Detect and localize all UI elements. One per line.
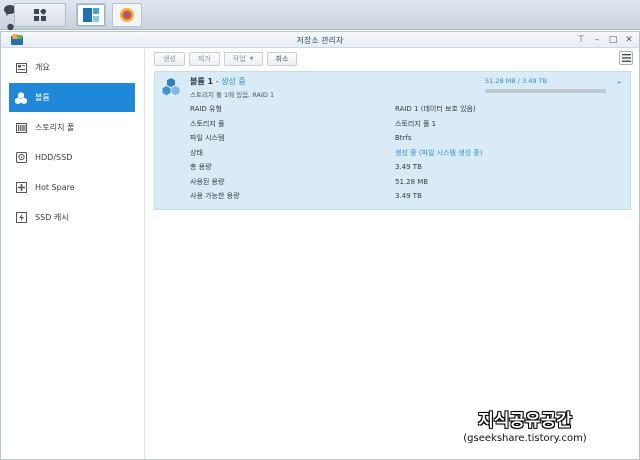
detail-value: 스토리지 풀 1 <box>395 119 437 128</box>
storage-pool-icon <box>15 122 27 134</box>
volume-status: 생성 중 <box>221 77 246 86</box>
volume-subtitle: 스토리지 풀 1에 있음, RAID 1 <box>190 91 275 99</box>
action-dropdown[interactable]: 작업 ▼ <box>223 52 263 66</box>
volume-name: 볼륨 1 <box>190 77 214 86</box>
detail-row: 사용된 용량 51.28 MB <box>190 175 620 190</box>
detail-key: 파일 시스템 <box>190 134 225 143</box>
detail-value: 51.28 MB <box>395 177 429 186</box>
close-icon[interactable]: ✕ <box>623 33 635 46</box>
toolbar: 생성 제거 작업 ▼ 취소 <box>154 52 298 68</box>
volume-icon <box>15 91 27 104</box>
volume-panel[interactable]: 볼륨 1 - 생성 중 스토리지 풀 1에 있음, RAID 1 51.28 M… <box>154 71 631 210</box>
cancel-button[interactable]: 취소 <box>266 52 298 66</box>
watermark: 지식공유공간 (gseekshare.tistory.com) <box>440 406 610 444</box>
detail-value: RAID 1 (데이터 보호 있음) <box>395 105 476 114</box>
detail-key: 상태 <box>190 148 203 157</box>
list-view-icon <box>621 54 631 62</box>
overview-icon <box>15 62 27 74</box>
pin-icon[interactable]: ⊤ <box>575 33 587 46</box>
grid-icon <box>34 9 46 21</box>
sidebar-item-label: 스토리지 풀 <box>35 123 75 132</box>
sidebar-item-label: Hot Spare <box>35 183 75 192</box>
detail-row: 스토리지 풀 스토리지 풀 1 <box>190 117 620 132</box>
action-label: 작업 <box>232 55 246 63</box>
taskbar-storage-manager[interactable] <box>76 3 106 27</box>
dsm-taskbar <box>0 0 640 80</box>
detail-key: 사용된 용량 <box>190 177 225 186</box>
volume-title: 볼륨 1 - 생성 중 <box>190 76 246 87</box>
storage-manager-icon <box>83 8 99 22</box>
detail-value: Btrfs <box>395 134 412 143</box>
detail-row: 총 용량 3.49 TB <box>190 160 620 175</box>
view-toggle-button[interactable] <box>619 51 633 65</box>
sidebar-item-ssd-cache[interactable]: SSD 캐시 <box>9 203 135 232</box>
window-titlebar[interactable]: 저장소 관리자 ⊤ – □ ✕ <box>1 32 639 48</box>
detail-value: 3.49 TB <box>395 163 422 172</box>
ssd-cache-icon <box>15 212 27 224</box>
sidebar-item-hdd-ssd[interactable]: HDD/SSD <box>9 143 135 172</box>
maximize-icon[interactable]: □ <box>607 33 619 46</box>
volume-details: RAID 유형 RAID 1 (데이터 보호 있음) 스토리지 풀 스토리지 풀 1… <box>190 102 620 204</box>
hdd-icon <box>15 152 27 164</box>
detail-row: 상태 생성 중 (파일 시스템 생성 중) <box>190 146 620 161</box>
taskbar-app-2[interactable] <box>112 3 142 27</box>
sidebar-item-overview[interactable]: 개요 <box>9 53 135 82</box>
detail-row: 사용 가능한 용량 3.49 TB <box>190 189 620 204</box>
detail-value-status-link[interactable]: 생성 중 (파일 시스템 생성 중) <box>395 148 482 158</box>
detail-row: 파일 시스템 Btrfs <box>190 131 620 146</box>
volume-icon <box>162 78 180 96</box>
sidebar-item-label: HDD/SSD <box>35 153 73 162</box>
detail-key: 총 용량 <box>190 163 212 172</box>
sidebar-item-label: 볼륨 <box>35 93 50 102</box>
minimize-icon[interactable]: – <box>591 33 603 46</box>
detail-row: RAID 유형 RAID 1 (데이터 보호 있음) <box>190 102 620 117</box>
detail-value: 3.49 TB <box>395 192 422 201</box>
main-menu-button[interactable] <box>14 3 66 27</box>
sidebar-item-volume[interactable]: 볼륨 <box>9 83 135 112</box>
detail-key: 스토리지 풀 <box>190 119 225 128</box>
volume-title-separator: - <box>213 77 222 86</box>
chevron-down-icon: ▼ <box>249 56 254 62</box>
sidebar: 개요 볼륨 스토리지 풀 HDD/SSD Hot Spare SSD 캐시 <box>1 49 145 459</box>
detail-key: RAID 유형 <box>190 105 222 114</box>
hot-spare-icon <box>15 182 27 194</box>
create-button[interactable]: 생성 <box>154 52 185 66</box>
collapse-icon[interactable]: ⌃ <box>614 81 624 91</box>
sidebar-item-label: SSD 캐시 <box>35 213 69 222</box>
watermark-url: (gseekshare.tistory.com) <box>463 433 587 444</box>
usage-text: 51.28 MB / 3.49 TB <box>485 77 548 85</box>
detail-key: 사용 가능한 용량 <box>190 192 240 201</box>
remove-button[interactable]: 제거 <box>188 52 220 66</box>
usage-bar <box>485 89 606 93</box>
package-icon <box>120 8 134 22</box>
window-title: 저장소 관리자 <box>296 36 344 45</box>
sidebar-item-label: 개요 <box>35 63 50 72</box>
watermark-title: 지식공유공간 <box>478 411 572 431</box>
sidebar-item-hot-spare[interactable]: Hot Spare <box>9 173 135 202</box>
storage-manager-window: 저장소 관리자 ⊤ – □ ✕ 개요 볼륨 스토리지 풀 HDD/SSD Hot… <box>0 31 640 460</box>
main-content: 생성 제거 작업 ▼ 취소 볼륨 1 - 생성 중 스토리지 풀 1에 있음, … <box>146 49 639 459</box>
sidebar-item-storage-pool[interactable]: 스토리지 풀 <box>9 113 135 142</box>
